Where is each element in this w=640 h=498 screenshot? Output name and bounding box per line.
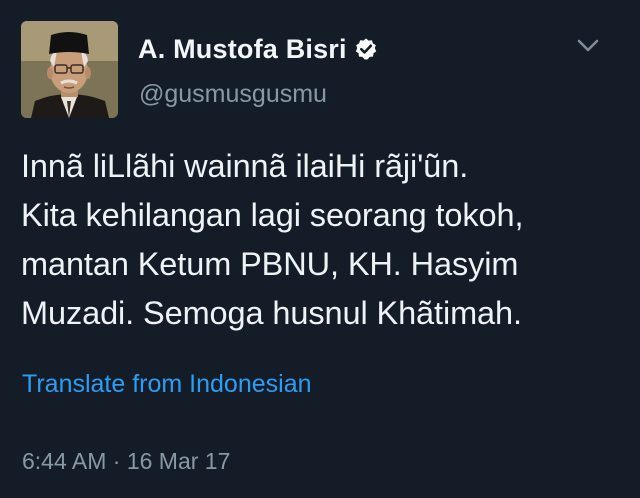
verified-badge-icon [354, 37, 378, 61]
tweet-text-line: Muzadi. Semoga husnul Khãtimah. [21, 295, 522, 331]
tweet-text: Innã liLlãhi wainnã ilaiHi rãji'ũn. Kita… [21, 142, 621, 338]
user-handle[interactable]: @gusmusgusmu [139, 80, 327, 109]
tweet-timestamp: 6:44 AM · 16 Mar 17 [22, 448, 231, 474]
tweet-card: A. Mustofa Bisri @gusmusgusmu Innã liLlã… [0, 0, 640, 498]
tweet-text-line: Innã liLlãhi wainnã ilaiHi rãji'ũn. [21, 148, 469, 184]
tweet-text-line: mantan Ketum PBNU, KH. Hasyim [21, 246, 519, 282]
tweet-text-line: Kita kehilangan lagi seorang tokoh, [21, 197, 524, 233]
author-name-row[interactable]: A. Mustofa Bisri [138, 32, 378, 66]
display-name[interactable]: A. Mustofa Bisri [138, 34, 347, 65]
profile-photo-icon [21, 21, 118, 118]
avatar[interactable] [21, 21, 118, 118]
translate-link[interactable]: Translate from Indonesian [22, 370, 312, 399]
chevron-down-icon[interactable] [574, 36, 602, 56]
